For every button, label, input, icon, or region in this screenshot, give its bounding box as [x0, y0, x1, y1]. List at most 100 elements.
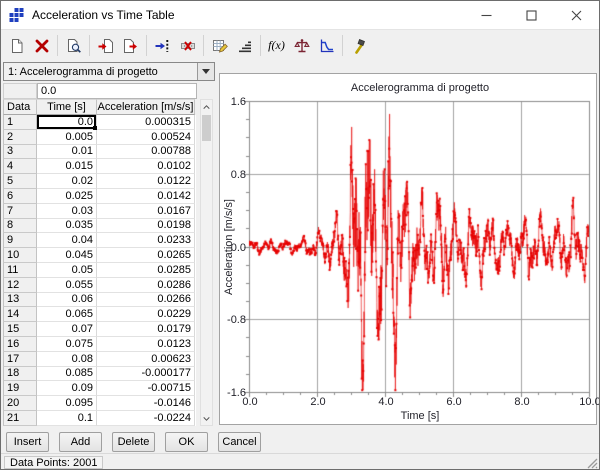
tools-button[interactable] [346, 33, 371, 58]
cell-time[interactable]: 0.085 [37, 367, 97, 382]
cell-acceleration[interactable]: 0.0102 [97, 159, 195, 174]
print-preview-button[interactable] [61, 33, 86, 58]
cell-acceleration[interactable]: 0.00623 [97, 352, 195, 367]
cell-time[interactable]: 0.055 [37, 278, 97, 293]
function-button[interactable]: f(x) [264, 33, 289, 58]
row-header[interactable]: 20 [3, 396, 37, 411]
row-header[interactable]: 18 [3, 367, 37, 382]
row-header[interactable]: 5 [3, 174, 37, 189]
row-header[interactable]: 17 [3, 352, 37, 367]
insert-point-button[interactable] [150, 33, 175, 58]
cell-time[interactable]: 0.03 [37, 204, 97, 219]
export-button[interactable] [118, 33, 143, 58]
cell-acceleration[interactable]: 0.0167 [97, 204, 195, 219]
row-header[interactable]: 13 [3, 293, 37, 308]
cell-time[interactable]: 0.04 [37, 233, 97, 248]
plot-button[interactable] [314, 33, 339, 58]
row-header[interactable]: 8 [3, 219, 37, 234]
column-header-data[interactable]: Data [3, 99, 37, 115]
row-header[interactable]: 12 [3, 278, 37, 293]
toolbar-separator [146, 35, 147, 56]
cell-time[interactable]: 0.075 [37, 337, 97, 352]
cell-time[interactable]: 0.045 [37, 248, 97, 263]
toolbar-separator [89, 35, 90, 56]
cell-time[interactable]: 0.07 [37, 322, 97, 337]
chevron-down-icon[interactable] [197, 63, 214, 80]
cell-time[interactable]: 0.015 [37, 159, 97, 174]
cell-acceleration[interactable]: 0.00524 [97, 130, 195, 145]
cell-acceleration[interactable]: 0.00788 [97, 145, 195, 160]
cell-acceleration[interactable]: 0.0123 [97, 337, 195, 352]
cell-value-input[interactable]: 0.0 [37, 83, 197, 99]
cell-acceleration[interactable]: -0.0224 [97, 411, 195, 426]
cell-acceleration[interactable]: 0.0285 [97, 263, 195, 278]
row-header[interactable]: 2 [3, 130, 37, 145]
row-header[interactable]: 21 [3, 411, 37, 426]
cell-acceleration[interactable]: 0.0229 [97, 307, 195, 322]
row-header[interactable]: 11 [3, 263, 37, 278]
sort-button[interactable] [232, 33, 257, 58]
ok-button[interactable]: OK [165, 432, 208, 452]
edit-cells-button[interactable] [207, 33, 232, 58]
scroll-down-button[interactable] [201, 412, 212, 425]
close-button[interactable] [554, 1, 599, 29]
delete-button[interactable]: Delete [112, 432, 155, 452]
row-header[interactable]: 16 [3, 337, 37, 352]
cancel-button[interactable]: Cancel [218, 432, 261, 452]
cell-time[interactable]: 0.095 [37, 396, 97, 411]
table-row: 140.0650.0229 [3, 307, 196, 322]
insert-arrow-icon [155, 38, 171, 54]
series-selector[interactable]: 1: Accelerogramma di progetto [3, 62, 215, 81]
maximize-button[interactable] [509, 1, 554, 29]
row-header[interactable]: 6 [3, 189, 37, 204]
cell-time[interactable]: 0.025 [37, 189, 97, 204]
delete-point-button[interactable] [175, 33, 200, 58]
minimize-button[interactable] [464, 1, 509, 29]
cell-time[interactable]: 0.065 [37, 307, 97, 322]
cell-acceleration[interactable]: -0.000177 [97, 367, 195, 382]
row-header[interactable]: 15 [3, 322, 37, 337]
scrollbar-thumb[interactable] [202, 115, 211, 141]
column-header-time[interactable]: Time [s] [37, 99, 97, 115]
row-header[interactable]: 3 [3, 145, 37, 160]
cell-time[interactable]: 0.05 [37, 263, 97, 278]
cell-time[interactable]: 0.035 [37, 219, 97, 234]
cell-acceleration[interactable]: 0.0266 [97, 293, 195, 308]
column-header-acceleration[interactable]: Acceleration [m/s/s] [97, 99, 195, 115]
row-header[interactable]: 1 [3, 115, 37, 130]
new-button[interactable] [4, 33, 29, 58]
cell-time[interactable]: 0.06 [37, 293, 97, 308]
import-button[interactable] [93, 33, 118, 58]
insert-button[interactable]: Insert [6, 432, 49, 452]
selected-cell-time[interactable]: 0.0 [37, 115, 97, 130]
table-scrollbar[interactable] [200, 99, 213, 426]
scroll-up-button[interactable] [201, 100, 212, 113]
cell-acceleration[interactable]: 0.0179 [97, 322, 195, 337]
cell-acceleration[interactable]: 0.0142 [97, 189, 195, 204]
row-header[interactable]: 14 [3, 307, 37, 322]
add-button[interactable]: Add [59, 432, 102, 452]
row-header[interactable]: 7 [3, 204, 37, 219]
cell-acceleration[interactable]: -0.0146 [97, 396, 195, 411]
cell-time[interactable]: 0.09 [37, 381, 97, 396]
row-header[interactable]: 4 [3, 159, 37, 174]
cell-time[interactable]: 0.01 [37, 145, 97, 160]
cell-acceleration[interactable]: 0.0198 [97, 219, 195, 234]
row-header[interactable]: 9 [3, 233, 37, 248]
cell-acceleration[interactable]: -0.00715 [97, 381, 195, 396]
cell-acceleration[interactable]: 0.0265 [97, 248, 195, 263]
cell-time[interactable]: 0.02 [37, 174, 97, 189]
toolbar-separator [57, 35, 58, 56]
cell-time[interactable]: 0.1 [37, 411, 97, 426]
cell-acceleration[interactable]: 0.0286 [97, 278, 195, 293]
clear-button[interactable] [29, 33, 54, 58]
cell-acceleration[interactable]: 0.0233 [97, 233, 195, 248]
scale-button[interactable] [289, 33, 314, 58]
cell-acceleration[interactable]: 0.000315 [97, 115, 195, 130]
row-header[interactable]: 19 [3, 381, 37, 396]
cell-time[interactable]: 0.005 [37, 130, 97, 145]
cell-time[interactable]: 0.08 [37, 352, 97, 367]
row-header[interactable]: 10 [3, 248, 37, 263]
resize-grip-icon[interactable] [585, 456, 598, 469]
cell-acceleration[interactable]: 0.0122 [97, 174, 195, 189]
